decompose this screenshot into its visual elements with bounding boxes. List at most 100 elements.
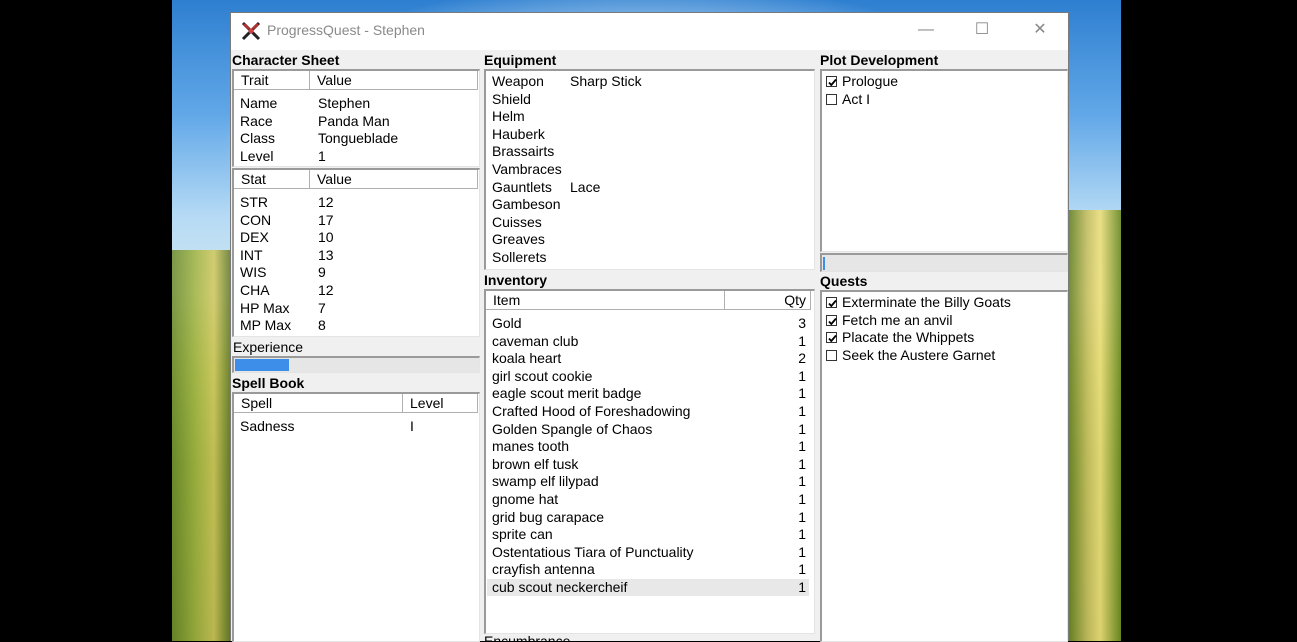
stat-row-key: INT	[240, 246, 263, 263]
stat-row-key: MP Max	[240, 317, 292, 334]
equipment-slot: Gauntlets	[492, 178, 552, 195]
inventory-item-qty[interactable]: 1	[798, 526, 806, 543]
inventory-item-qty[interactable]: 1	[798, 368, 806, 385]
inventory-item-name[interactable]: girl scout cookie	[492, 368, 592, 385]
stat-row-value: 7	[318, 299, 326, 316]
equipment-slot: Shield	[492, 90, 531, 107]
item-column-header[interactable]: Item	[486, 291, 725, 310]
window-title: ProgressQuest - Stephen	[267, 22, 425, 38]
stat-row-key: DEX	[240, 229, 269, 246]
experience-label: Experience	[233, 339, 304, 355]
inventory-item-name[interactable]: manes tooth	[492, 438, 569, 455]
inventory-item-name[interactable]: Crafted Hood of Foreshadowing	[492, 403, 690, 420]
qty-column-header[interactable]: Qty	[725, 291, 811, 310]
inventory-item-qty[interactable]: 2	[798, 350, 806, 367]
plot-development-heading: Plot Development	[820, 52, 939, 68]
inventory-item-name[interactable]: caveman club	[492, 333, 578, 350]
inventory-item-qty[interactable]: 1	[798, 456, 806, 473]
quest-label: Placate the Whippets	[842, 329, 975, 346]
plot-progress-bar	[820, 253, 1068, 272]
minimize-button[interactable]: —	[903, 13, 949, 47]
trait-row-key: Name	[240, 95, 278, 111]
spell-book-heading: Spell Book	[232, 375, 305, 391]
inventory-item-qty[interactable]: 1	[798, 509, 806, 526]
inventory-item-name[interactable]: cub scout neckercheif	[492, 579, 627, 596]
value-column-header[interactable]: Value	[310, 71, 478, 90]
stat-row-key: CON	[240, 211, 272, 228]
equipment-slot: Cuisses	[492, 213, 542, 230]
inventory-item-name[interactable]: crayfish antenna	[492, 561, 595, 578]
inventory-item-name[interactable]: grid bug carapace	[492, 509, 604, 526]
equipment-slot: Hauberk	[492, 125, 545, 142]
stat-row-key: WIS	[240, 264, 267, 281]
inventory-item-name[interactable]: Golden Spangle of Chaos	[492, 421, 652, 438]
wallpaper-grass-right	[1069, 210, 1121, 641]
trait-row-key: Race	[240, 112, 273, 129]
inventory-item-qty[interactable]: 1	[798, 579, 806, 596]
stat-row-key: STR	[240, 194, 268, 210]
trait-row-key: Level	[240, 147, 274, 164]
quest-checkbox[interactable]	[826, 314, 837, 326]
trait-column-header[interactable]: Trait	[234, 71, 310, 90]
plot-act-checkbox[interactable]	[826, 93, 837, 105]
close-button[interactable]: ✕	[1017, 13, 1063, 47]
inventory-item-qty[interactable]: 1	[798, 473, 806, 490]
checkmark-icon	[828, 317, 837, 325]
inventory-item-qty[interactable]: 1	[798, 544, 806, 561]
quest-checkbox[interactable]	[826, 332, 837, 344]
plot-list[interactable]: Prologue Act I	[820, 69, 1068, 252]
maximize-button[interactable]: ☐	[959, 13, 1005, 47]
stat-row-value: 10	[318, 229, 334, 246]
inventory-item-name[interactable]: eagle scout merit badge	[492, 385, 641, 402]
quest-list[interactable]: Exterminate the Billy Goats Fetch me an a…	[820, 290, 1068, 642]
quest-label: Fetch me an anvil	[842, 311, 953, 328]
plot-act-label: Prologue	[842, 73, 899, 89]
plot-progress-fill	[823, 257, 825, 270]
equipment-item: Sharp Stick	[570, 73, 642, 89]
inventory-item-name[interactable]: Gold	[492, 315, 522, 332]
inventory-item-qty[interactable]: 1	[798, 403, 806, 420]
trait-row-value: Stephen	[318, 95, 371, 111]
plot-act-label: Act I	[842, 90, 871, 107]
stat-row-value: 9	[318, 264, 326, 281]
spell-level: I	[410, 418, 414, 434]
inventory-item-name[interactable]: brown elf tusk	[492, 456, 578, 473]
equipment-slot: Gambeson	[492, 196, 561, 213]
inventory-item-qty[interactable]: 1	[798, 385, 806, 402]
character-sheet-heading: Character Sheet	[232, 52, 340, 68]
spell-name: Sadness	[240, 418, 295, 434]
plot-act-checkbox[interactable]	[826, 76, 837, 87]
stat-column-header[interactable]: Stat	[234, 170, 310, 189]
title-bar[interactable]: ProgressQuest - Stephen — ☐ ✕	[231, 13, 1068, 50]
trait-row-value: 1	[318, 147, 326, 164]
stat-value-column-header[interactable]: Value	[310, 170, 478, 189]
inventory-table[interactable]: Item Qty Gold 3 caveman club 1 koala heart 2 g…	[484, 289, 815, 634]
equipment-list[interactable]: Weapon Sharp Stick Shield Helm Hauberk Brassa…	[484, 69, 815, 270]
level-column-header[interactable]: Level	[403, 394, 478, 413]
inventory-item-name[interactable]: swamp elf lilypad	[492, 473, 599, 490]
inventory-item-qty[interactable]: 1	[798, 333, 806, 350]
spell-table[interactable]: Spell Level Sadness I	[232, 392, 480, 642]
checkmark-icon	[828, 78, 837, 87]
inventory-item-qty[interactable]: 3	[798, 315, 806, 332]
inventory-item-qty[interactable]: 1	[798, 491, 806, 508]
inventory-item-name[interactable]: Ostentatious Tiara of Punctuality	[492, 544, 694, 561]
equipment-slot: Weapon	[492, 73, 544, 89]
trait-table[interactable]: Trait Value Name Stephen Race Panda Man Clas…	[232, 69, 480, 167]
spell-column-header[interactable]: Spell	[234, 394, 403, 413]
equipment-slot: Brassairts	[492, 143, 555, 160]
checkmark-icon	[828, 299, 837, 308]
inventory-item-qty[interactable]: 1	[798, 438, 806, 455]
quest-label: Exterminate the Billy Goats	[842, 294, 1011, 310]
quest-checkbox[interactable]	[826, 349, 837, 361]
inventory-item-name[interactable]: koala heart	[492, 350, 561, 367]
inventory-item-qty[interactable]: 1	[798, 421, 806, 438]
quest-checkbox[interactable]	[826, 297, 837, 308]
stat-table[interactable]: Stat Value STR 12 CON 17 DEX 10 INT 13 WIS 9 CHA 12…	[232, 168, 480, 337]
equipment-slot: Helm	[492, 108, 525, 125]
inventory-item-qty[interactable]: 1	[798, 561, 806, 578]
inventory-item-name[interactable]: sprite can	[492, 526, 553, 543]
inventory-heading: Inventory	[484, 272, 548, 288]
equipment-heading: Equipment	[484, 52, 557, 68]
inventory-item-name[interactable]: gnome hat	[492, 491, 558, 508]
